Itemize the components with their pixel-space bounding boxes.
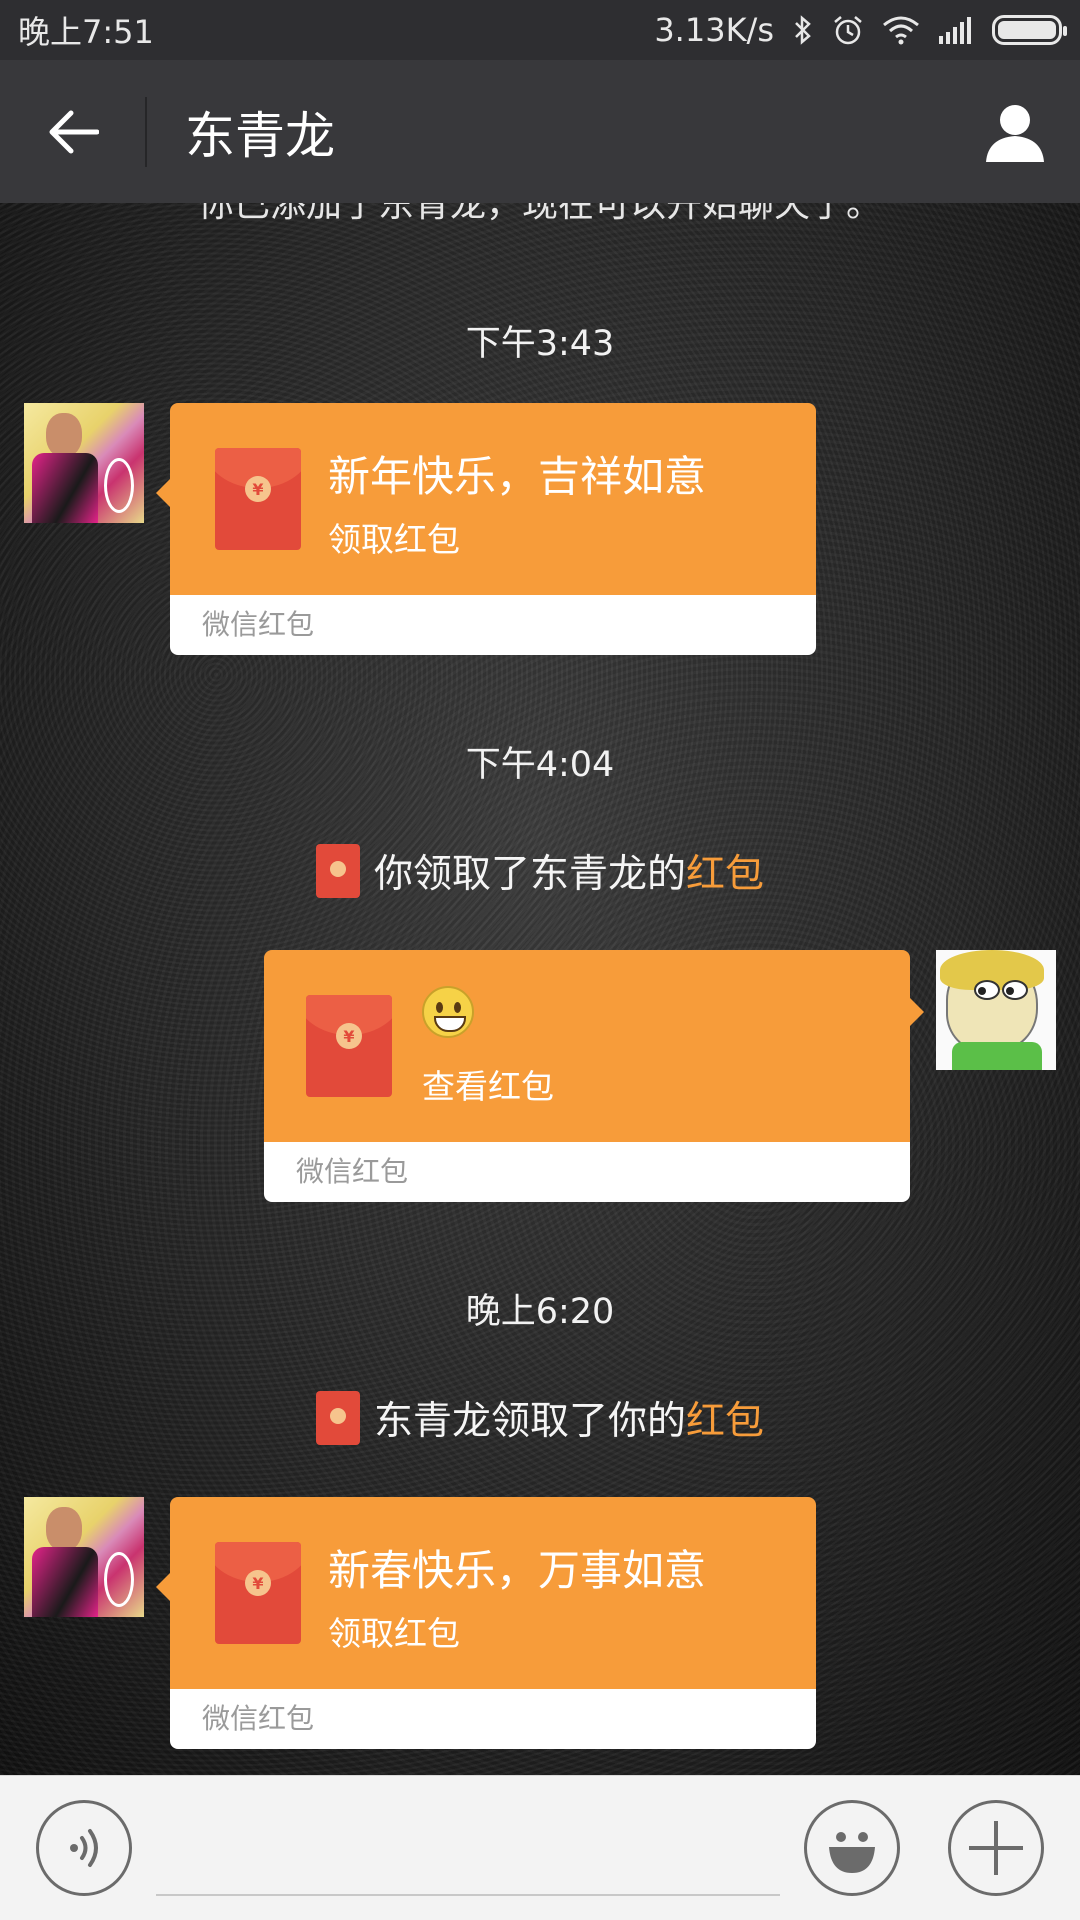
profile-button[interactable] <box>950 60 1080 203</box>
notice-text: 你领取了东青龙的 <box>373 852 686 897</box>
voice-button[interactable] <box>36 1800 132 1896</box>
system-message: 你已添加了东青龙，现在可以开始聊天了。 <box>197 203 882 225</box>
grinning-emoji-icon <box>422 986 474 1038</box>
red-packet-message[interactable]: ¥ 新春快乐，万事如意 领取红包 微信红包 <box>156 1497 816 1749</box>
timestamp: 下午3:43 <box>465 324 615 364</box>
packet-greeting: 新年快乐，吉祥如意 <box>328 452 707 501</box>
network-speed: 3.13K/s <box>654 11 774 49</box>
plus-icon <box>969 1821 1023 1875</box>
packet-footer: 微信红包 <box>170 595 816 655</box>
red-packet-message[interactable]: ¥ 查看红包 微信红包 <box>264 950 924 1202</box>
input-bar <box>0 1775 1080 1920</box>
chat-area[interactable]: 你已添加了东青龙，现在可以开始聊天了。 下午3:43 ¥ 新年快乐，吉祥如意 领… <box>0 203 1080 1775</box>
emoji-button[interactable] <box>804 1800 900 1896</box>
alarm-icon <box>832 14 864 46</box>
system-notice: 东青龙领取了你的红包 <box>0 1390 1080 1446</box>
red-packet-message[interactable]: ¥ 新年快乐，吉祥如意 领取红包 微信红包 <box>156 403 816 655</box>
contact-avatar[interactable] <box>24 403 144 523</box>
emoji-icon <box>829 1832 875 1873</box>
red-envelope-icon <box>315 844 360 898</box>
packet-greeting: 新春快乐，万事如意 <box>328 1546 707 1595</box>
system-notice: 你领取了东青龙的红包 <box>0 843 1080 899</box>
notice-link[interactable]: 红包 <box>686 852 764 897</box>
notice-link[interactable]: 红包 <box>686 1399 764 1444</box>
battery-icon <box>992 15 1067 45</box>
add-button[interactable] <box>948 1800 1044 1896</box>
chat-header: 东青龙 <box>0 60 1080 203</box>
profile-icon <box>986 104 1044 162</box>
wifi-icon <box>882 15 920 45</box>
packet-action: 领取红包 <box>328 520 460 559</box>
red-envelope-icon: ¥ <box>215 1542 301 1644</box>
packet-footer: 微信红包 <box>264 1142 910 1202</box>
timestamp: 晚上6:20 <box>465 1292 615 1332</box>
back-arrow-icon <box>49 110 99 153</box>
signal-icon <box>938 16 974 44</box>
packet-action: 领取红包 <box>328 1614 460 1653</box>
contact-avatar[interactable] <box>24 1497 144 1617</box>
my-avatar[interactable] <box>936 950 1056 1070</box>
bluetooth-icon <box>792 14 814 46</box>
back-button[interactable] <box>0 60 145 203</box>
packet-action: 查看红包 <box>422 1067 554 1106</box>
status-icons: 3.13K/s <box>654 11 1067 49</box>
timestamp: 下午4:04 <box>465 745 615 785</box>
red-envelope-icon: ¥ <box>215 448 301 550</box>
notice-text: 东青龙领取了你的 <box>373 1399 686 1444</box>
status-time: 晚上7:51 <box>18 13 154 51</box>
message-input[interactable] <box>156 1894 780 1896</box>
page-title: 东青龙 <box>185 106 335 165</box>
red-envelope-icon: ¥ <box>306 995 392 1097</box>
packet-footer: 微信红包 <box>170 1689 816 1749</box>
red-envelope-icon <box>315 1391 360 1445</box>
voice-icon <box>70 1829 98 1867</box>
status-bar: 晚上7:51 3.13K/s <box>0 0 1080 60</box>
